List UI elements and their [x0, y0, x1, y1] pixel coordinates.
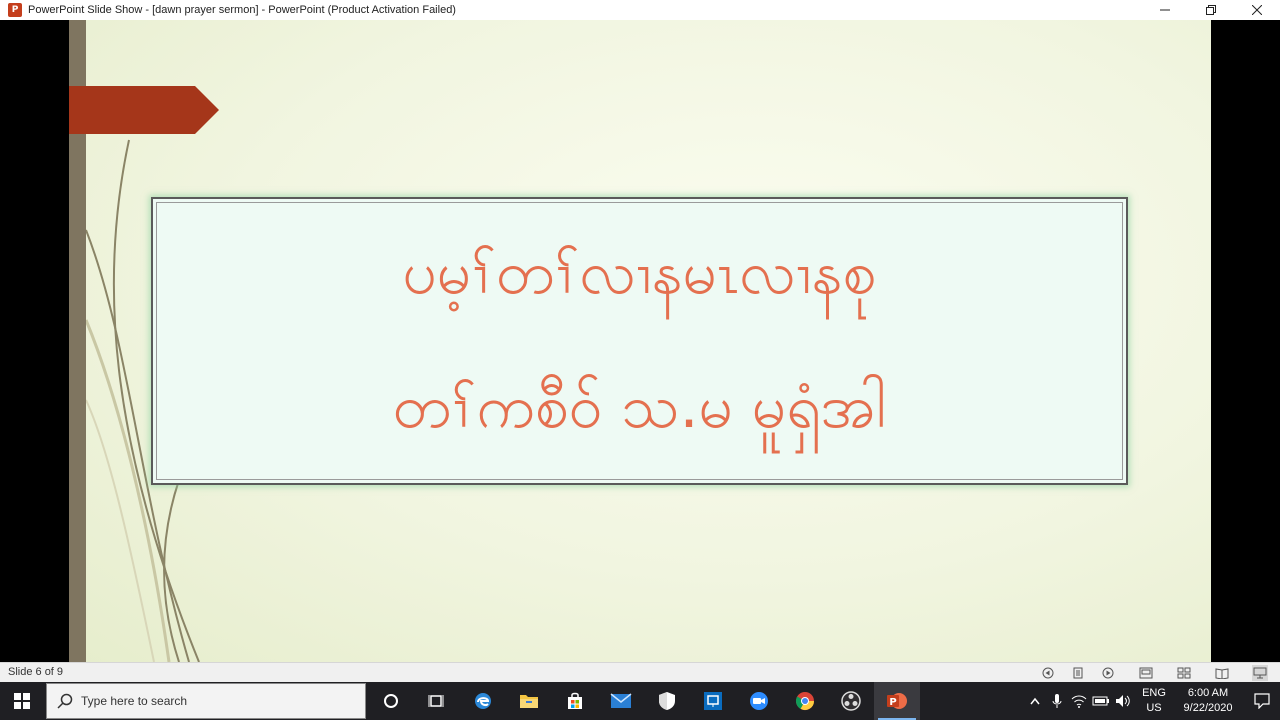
reading-view-button[interactable]	[1214, 665, 1230, 681]
notification-icon	[1254, 693, 1270, 709]
wifi-icon	[1071, 695, 1087, 708]
status-bar: Slide 6 of 9	[0, 662, 1280, 682]
title-bar: P PowerPoint Slide Show - [dawn prayer s…	[0, 0, 1280, 20]
taskbar-apps: P	[368, 682, 920, 720]
reading-view-icon	[1215, 668, 1229, 679]
volume-icon	[1116, 695, 1130, 707]
slide-text-line-2: တၢ်ကစီဝ် သ.မ မူရှံအါ	[392, 372, 887, 442]
slideshow-icon	[1253, 667, 1267, 679]
next-slide-button[interactable]	[1100, 665, 1116, 681]
normal-view-icon	[1139, 667, 1153, 679]
start-button[interactable]	[0, 682, 44, 720]
clock[interactable]: 6:00 AM 9/22/2020	[1174, 686, 1242, 716]
close-icon	[1252, 5, 1262, 15]
search-icon	[57, 693, 73, 709]
task-view-icon	[428, 695, 444, 707]
show-hidden-icons-button[interactable]	[1024, 682, 1046, 720]
previous-icon	[1042, 667, 1054, 679]
powerpoint-app-icon[interactable]: P	[8, 3, 22, 17]
remote-desktop-button[interactable]	[690, 682, 736, 720]
microphone-icon	[1052, 694, 1062, 708]
edge-button[interactable]	[460, 682, 506, 720]
obs-icon	[841, 691, 861, 711]
slide-menu-button[interactable]	[1070, 665, 1086, 681]
powerpoint-button[interactable]: P	[874, 682, 920, 720]
slide-canvas[interactable]: ပမ့ၢ်တၢ်လၢနမၤလၢနစု တၢ်ကစီဝ် သ.မ မူရှံအါ	[69, 20, 1211, 662]
file-explorer-icon	[520, 695, 538, 708]
battery-icon	[1092, 696, 1109, 706]
slide-menu-icon	[1073, 667, 1083, 679]
zoom-button[interactable]	[736, 682, 782, 720]
chrome-icon	[795, 692, 814, 711]
minimize-icon	[1160, 9, 1170, 11]
slideshow-button[interactable]	[1252, 665, 1268, 681]
slide-text-line-1: ပမ့ၢ်တၢ်လၢနမၤလၢနစု	[402, 238, 877, 308]
mail-icon	[610, 693, 632, 708]
taskbar-search[interactable]: Type here to search	[46, 683, 366, 719]
battery-button[interactable]	[1090, 682, 1112, 720]
slide-text-box: ပမ့ၢ်တၢ်လၢနမၤလၢနစု တၢ်ကစီဝ် သ.မ မူရှံအါ	[151, 197, 1128, 485]
normal-view-button[interactable]	[1138, 665, 1154, 681]
arrow-banner	[69, 86, 219, 134]
close-button[interactable]	[1234, 0, 1280, 20]
cortana-button[interactable]	[368, 682, 414, 720]
chrome-button[interactable]	[782, 682, 828, 720]
previous-slide-button[interactable]	[1040, 665, 1056, 681]
taskbar: Type here to search P ENG US 6:00 AM 9/2…	[0, 682, 1280, 720]
network-button[interactable]	[1068, 682, 1090, 720]
task-view-button[interactable]	[414, 682, 460, 720]
remote-desktop-icon	[704, 692, 722, 710]
security-button[interactable]	[644, 682, 690, 720]
restore-button[interactable]	[1188, 0, 1234, 20]
slide-counter: Slide 6 of 9	[8, 666, 64, 678]
system-tray: ENG US 6:00 AM 9/22/2020	[1024, 682, 1280, 720]
status-bar-icons	[1040, 665, 1268, 681]
security-icon	[659, 692, 675, 710]
slide-sorter-icon	[1177, 667, 1191, 679]
restore-icon	[1206, 5, 1216, 15]
microphone-button[interactable]	[1046, 682, 1068, 720]
window-title: PowerPoint Slide Show - [dawn prayer ser…	[28, 4, 456, 16]
powerpoint-icon: P	[887, 693, 907, 709]
search-placeholder: Type here to search	[81, 694, 188, 708]
volume-button[interactable]	[1112, 682, 1134, 720]
cortana-icon	[384, 694, 398, 708]
obs-button[interactable]	[828, 682, 874, 720]
input-language[interactable]: ENG US	[1134, 686, 1174, 716]
clock-time: 6:00 AM	[1187, 687, 1229, 699]
store-button[interactable]	[552, 682, 598, 720]
zoom-icon	[750, 692, 768, 710]
minimize-button[interactable]	[1142, 0, 1188, 20]
mail-button[interactable]	[598, 682, 644, 720]
file-explorer-button[interactable]	[506, 682, 552, 720]
slide-sorter-button[interactable]	[1176, 665, 1192, 681]
language-code: ENG	[1142, 687, 1166, 699]
next-icon	[1102, 667, 1114, 679]
window-controls	[1142, 0, 1280, 20]
svg-text:P: P	[889, 697, 896, 708]
notifications-button[interactable]	[1242, 682, 1280, 720]
edge-icon	[475, 693, 491, 709]
windows-logo-icon	[14, 693, 30, 709]
store-icon	[568, 692, 582, 709]
clock-date: 9/22/2020	[1183, 702, 1233, 714]
region-code: US	[1146, 702, 1162, 714]
chevron-up-icon	[1030, 697, 1040, 705]
